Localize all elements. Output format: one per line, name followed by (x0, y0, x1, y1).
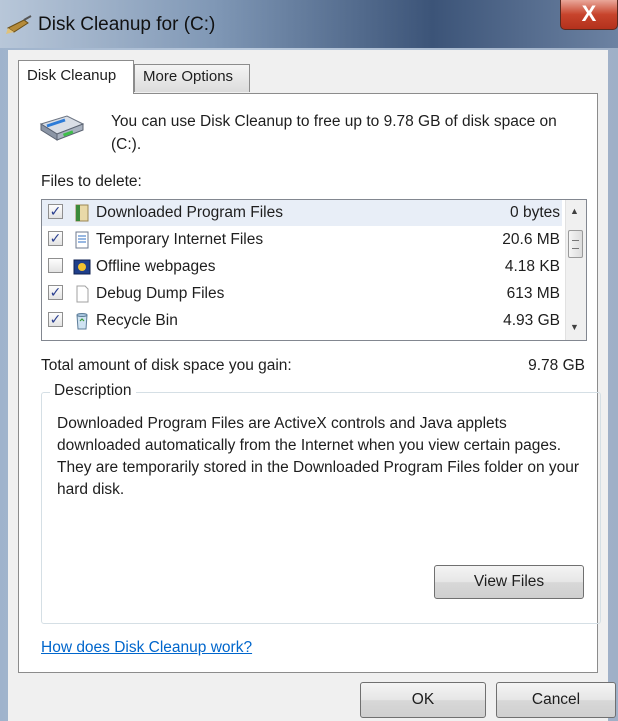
file-name: Downloaded Program Files (96, 204, 283, 221)
help-link[interactable]: How does Disk Cleanup work? (41, 639, 252, 657)
files-to-delete-label: Files to delete: (41, 173, 142, 190)
intro-text: You can use Disk Cleanup to free up to 9… (111, 113, 557, 153)
cancel-button[interactable]: Cancel (496, 682, 616, 718)
file-size: 20.6 MB (502, 231, 560, 248)
broom-icon (6, 15, 32, 34)
list-item[interactable]: ✓ Recycle Bin 4.93 GB (42, 308, 562, 334)
total-space-label: Total amount of disk space you gain: (41, 357, 292, 374)
document-icon (75, 231, 89, 249)
window-title: Disk Cleanup for (C:) (38, 14, 216, 35)
file-name: Temporary Internet Files (96, 231, 264, 248)
file-size: 4.93 GB (503, 312, 560, 329)
description-group: Description Downloaded Program Files are… (41, 382, 601, 624)
scroll-down-icon[interactable]: ▼ (570, 322, 579, 332)
ok-button[interactable]: OK (360, 682, 486, 718)
dialog-client-area: Disk Cleanup More Options You can use Di… (8, 50, 616, 721)
file-checkbox[interactable]: ✓ (48, 312, 63, 327)
close-icon: X (581, 1, 597, 26)
file-checkbox[interactable]: ✓ (48, 231, 63, 246)
list-item[interactable]: Offline webpages 4.18 KB (42, 254, 562, 280)
tab-label: More Options (143, 68, 234, 85)
tab-disk-cleanup[interactable]: Disk Cleanup (18, 60, 134, 94)
file-name: Debug Dump Files (96, 285, 225, 302)
close-button[interactable]: X (560, 0, 618, 30)
total-space-value: 9.78 GB (528, 357, 585, 374)
hard-drive-icon (39, 115, 85, 141)
folder-icon (75, 204, 89, 222)
file-size: 613 MB (506, 285, 560, 302)
scroll-up-icon[interactable]: ▲ (570, 206, 579, 216)
file-size: 4.18 KB (504, 258, 560, 275)
description-title: Description (50, 382, 136, 400)
title-bar[interactable]: Disk Cleanup for (C:) X (0, 0, 618, 48)
disk-cleanup-window: Disk Cleanup for (C:) X Disk Cleanup Mor… (0, 0, 618, 721)
list-item[interactable]: ✓ Temporary Internet Files 20.6 MB (42, 227, 562, 253)
file-checkbox[interactable]: ✓ (48, 204, 63, 219)
files-to-delete-list[interactable]: ✓ Downloaded Program Files 0 bytes ✓ Tem… (41, 199, 587, 341)
disk-cleanup-panel: You can use Disk Cleanup to free up to 9… (18, 93, 601, 673)
file-checkbox[interactable] (48, 258, 63, 273)
scrollbar-thumb[interactable] (568, 230, 583, 258)
offline-webpage-icon (73, 259, 91, 275)
file-name: Offline webpages (96, 258, 216, 275)
view-files-button[interactable]: View Files (434, 565, 584, 599)
list-item[interactable]: ✓ Debug Dump Files 613 MB (42, 281, 562, 307)
description-text: Downloaded Program Files are ActiveX con… (57, 415, 580, 498)
recycle-bin-icon (76, 313, 88, 330)
file-icon (76, 285, 89, 303)
list-scrollbar[interactable]: ▲ ▼ (565, 200, 586, 340)
tab-label: Disk Cleanup (27, 67, 117, 84)
file-size: 0 bytes (510, 204, 560, 221)
tab-more-options[interactable]: More Options (134, 64, 250, 92)
list-item[interactable]: ✓ Downloaded Program Files 0 bytes (42, 200, 562, 226)
file-checkbox[interactable]: ✓ (48, 285, 63, 300)
file-name: Recycle Bin (96, 312, 178, 329)
